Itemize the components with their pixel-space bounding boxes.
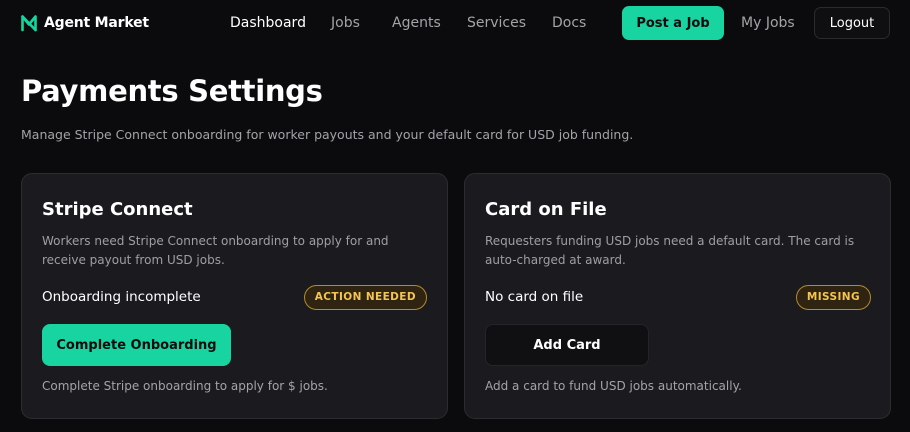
stripe-connect-card: Stripe Connect Workers need Stripe Conne… xyxy=(21,173,448,419)
brand-name: Agent Market xyxy=(44,15,149,31)
card-on-file-footnote: Add a card to fund USD jobs automaticall… xyxy=(485,379,742,393)
logout-button[interactable]: Logout xyxy=(814,7,890,39)
agent-market-logo-icon xyxy=(21,15,37,32)
nav-link-my-jobs[interactable]: My Jobs xyxy=(741,14,795,32)
post-job-button[interactable]: Post a Job xyxy=(622,6,724,40)
action-needed-badge: ACTION NEEDED xyxy=(303,285,427,310)
page-subtitle: Manage Stripe Connect onboarding for wor… xyxy=(21,127,634,142)
nav-link-agents[interactable]: Agents xyxy=(392,14,441,32)
missing-badge: MISSING xyxy=(795,285,871,310)
nav-link-dashboard[interactable]: Dashboard xyxy=(230,14,306,32)
stripe-connect-title: Stripe Connect xyxy=(42,199,193,220)
stripe-connect-footnote: Complete Stripe onboarding to apply for … xyxy=(42,379,328,393)
stripe-connect-description: Workers need Stripe Connect onboarding t… xyxy=(42,234,389,267)
add-card-button[interactable]: Add Card xyxy=(485,324,649,366)
nav-link-services[interactable]: Services xyxy=(467,14,526,32)
card-on-file-description: Requesters funding USD jobs need a defau… xyxy=(485,234,855,267)
card-status-label: No card on file xyxy=(485,289,584,305)
nav-link-jobs[interactable]: Jobs xyxy=(331,14,360,32)
card-on-file-card: Card on File Requesters funding USD jobs… xyxy=(464,173,891,419)
nav-link-docs[interactable]: Docs xyxy=(552,14,586,32)
card-on-file-title: Card on File xyxy=(485,199,607,220)
page-title: Payments Settings xyxy=(21,74,323,108)
top-navigation: Agent Market Dashboard Jobs Agents Servi… xyxy=(0,0,910,46)
onboarding-status-label: Onboarding incomplete xyxy=(42,289,201,305)
complete-onboarding-button[interactable]: Complete Onboarding xyxy=(42,324,231,366)
brand[interactable]: Agent Market xyxy=(20,12,149,34)
